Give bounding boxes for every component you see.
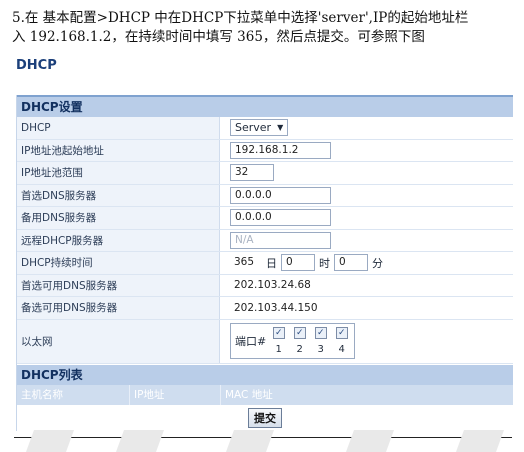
col-ip-address: IP地址 <box>130 384 221 405</box>
instruction-line-1: 5.在 基本配置>DHCP 中在DHCP下拉菜单中选择'server',IP的起… <box>12 10 469 26</box>
lease-hours-unit: 时 <box>319 256 330 270</box>
avail-secondary-dns-label: 备选可用DNS服务器 <box>17 297 220 319</box>
ip-range-label: IP地址池范围 <box>17 162 220 184</box>
dhcp-list-header: DHCP列表 <box>17 364 513 385</box>
lease-time-label: DHCP持续时间 <box>17 252 220 274</box>
avail-secondary-dns-row: 备选可用DNS服务器 202.103.44.150 <box>17 297 513 320</box>
ethernet-row: 以太网 端口# ✓ 1 ✓ 2 ✓ 3 ✓ 4 <box>17 319 513 364</box>
watermark-shape <box>25 430 75 452</box>
port-2-number: 2 <box>296 344 303 355</box>
ip-start-row: IP地址池起始地址 192.168.1.2 <box>17 139 513 162</box>
avail-primary-dns-label: 首选可用DNS服务器 <box>17 274 220 296</box>
ip-start-input[interactable]: 192.168.1.2 <box>230 141 331 159</box>
port-selector: 端口# ✓ 1 ✓ 2 ✓ 3 ✓ 4 <box>230 323 356 359</box>
port-4: ✓ 4 <box>331 327 352 355</box>
dhcp-mode-label: DHCP <box>17 117 220 139</box>
col-mac-address: MAC 地址 <box>225 388 273 401</box>
dhcp-mode-value: Server <box>235 121 272 135</box>
secondary-dns-input[interactable]: 0.0.0.0 <box>230 209 331 227</box>
port-3-checkbox[interactable]: ✓ <box>314 327 327 339</box>
lease-time-row: DHCP持续时间 365 日 0 时 0 分 <box>17 252 513 275</box>
port-1-checkbox[interactable]: ✓ <box>272 327 285 339</box>
lease-days-input[interactable]: 365 <box>230 255 262 271</box>
ip-start-label: IP地址池起始地址 <box>17 139 220 161</box>
primary-dns-row: 首选DNS服务器 0.0.0.0 <box>17 184 513 207</box>
port-2-checkbox[interactable]: ✓ <box>293 327 306 339</box>
avail-primary-dns-row: 首选可用DNS服务器 202.103.24.68 <box>17 274 513 297</box>
remote-dhcp-label: 远程DHCP服务器 <box>17 229 220 251</box>
instruction-line-2: 入 192.168.1.2，在持续时间中填写 365，然后点提交。可参照下图 <box>12 29 425 45</box>
lease-hours-input[interactable]: 0 <box>281 254 315 272</box>
secondary-dns-row: 备用DNS服务器 0.0.0.0 <box>17 207 513 230</box>
remote-dhcp-input[interactable]: N/A <box>230 231 331 249</box>
avail-primary-dns-value: 202.103.24.68 <box>234 279 311 292</box>
settings-header: DHCP设置 <box>17 95 513 117</box>
dropdown-arrow-icon: ▼ <box>277 123 284 133</box>
lease-minutes-input[interactable]: 0 <box>334 254 368 272</box>
port-4-checkbox[interactable]: ✓ <box>335 327 348 339</box>
watermark-shape <box>115 430 165 452</box>
port-1: ✓ 1 <box>268 327 289 355</box>
primary-dns-label: 首选DNS服务器 <box>17 184 220 206</box>
dhcp-list-columns: 主机名称 IP地址 MAC 地址 <box>17 384 513 405</box>
ethernet-label: 以太网 <box>17 319 220 363</box>
remote-dhcp-row: 远程DHCP服务器 N/A <box>17 229 513 252</box>
col-hostname: 主机名称 <box>17 384 130 405</box>
dhcp-settings-panel: DHCP设置 DHCP Server ▼ IP地址池起始地址 192.168.1… <box>16 95 513 431</box>
ip-range-row: IP地址池范围 32 <box>17 162 513 185</box>
watermark-shape <box>455 430 505 452</box>
port-2: ✓ 2 <box>289 327 310 355</box>
port-4-number: 4 <box>338 344 345 355</box>
dhcp-mode-select[interactable]: Server ▼ <box>230 119 289 137</box>
secondary-dns-label: 备用DNS服务器 <box>17 207 220 229</box>
instructions: 5.在 基本配置>DHCP 中在DHCP下拉菜单中选择'server',IP的起… <box>12 9 522 47</box>
ip-range-input[interactable]: 32 <box>230 164 274 182</box>
avail-secondary-dns-value: 202.103.44.150 <box>234 301 318 314</box>
port-1-number: 1 <box>275 344 282 355</box>
primary-dns-input[interactable]: 0.0.0.0 <box>230 186 331 204</box>
dhcp-mode-row: DHCP Server ▼ <box>17 117 513 140</box>
watermark-shape <box>345 430 395 452</box>
port-3-number: 3 <box>317 344 324 355</box>
port-label: 端口# <box>235 335 267 348</box>
watermark-shape <box>225 430 275 452</box>
submit-button[interactable]: 提交 <box>248 407 282 428</box>
page-title: DHCP <box>16 58 57 73</box>
lease-days-unit: 日 <box>266 256 277 270</box>
port-3: ✓ 3 <box>310 327 331 355</box>
lease-minutes-unit: 分 <box>372 256 383 270</box>
